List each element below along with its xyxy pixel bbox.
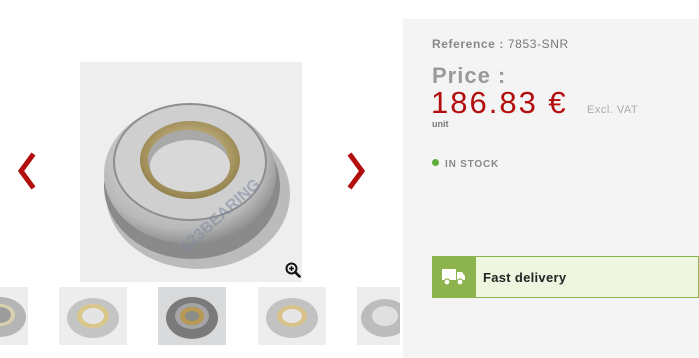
product-info-panel: Reference : 7853-SNR Price : 186.83 € Ex…	[403, 19, 699, 358]
unit-label: unit	[432, 119, 449, 129]
reference-label: Reference :	[432, 37, 504, 51]
bearing-thumbnail	[166, 297, 218, 339]
bearing-thumbnail	[0, 297, 26, 337]
stock-status: IN STOCK	[432, 159, 499, 170]
bearing-thumbnail	[67, 298, 119, 338]
chevron-right-icon	[347, 152, 366, 190]
bearing-image: 123BEARING	[104, 103, 290, 269]
thumbnail[interactable]	[357, 287, 400, 345]
stock-status-text: IN STOCK	[445, 159, 499, 170]
product-gallery: 123BEARING	[0, 0, 400, 358]
thumbnail-active[interactable]	[158, 287, 226, 345]
bearing-thumbnail	[361, 299, 400, 337]
bearing-thumbnail	[266, 298, 318, 338]
fast-delivery-banner: Fast delivery	[432, 256, 699, 298]
prev-image-button[interactable]	[12, 146, 42, 196]
reference-value: 7853-SNR	[507, 37, 569, 51]
truck-icon	[442, 269, 465, 286]
price-note: Excl. VAT	[587, 104, 639, 116]
next-image-button[interactable]	[341, 146, 371, 196]
delivery-label: Fast delivery	[483, 270, 567, 285]
stock-dot-icon	[432, 159, 439, 166]
thumbnail[interactable]	[258, 287, 326, 345]
chevron-left-icon	[17, 152, 36, 190]
zoom-button[interactable]	[285, 262, 301, 278]
zoom-in-icon	[285, 262, 301, 278]
thumbnail[interactable]	[59, 287, 127, 345]
thumbnail[interactable]	[0, 287, 28, 345]
reference: Reference : 7853-SNR	[432, 37, 569, 51]
main-product-image[interactable]: 123BEARING	[80, 62, 302, 282]
thumbnail-strip	[0, 287, 400, 347]
price-value: 186.83 €	[431, 85, 568, 120]
truck-icon-box	[432, 256, 476, 298]
